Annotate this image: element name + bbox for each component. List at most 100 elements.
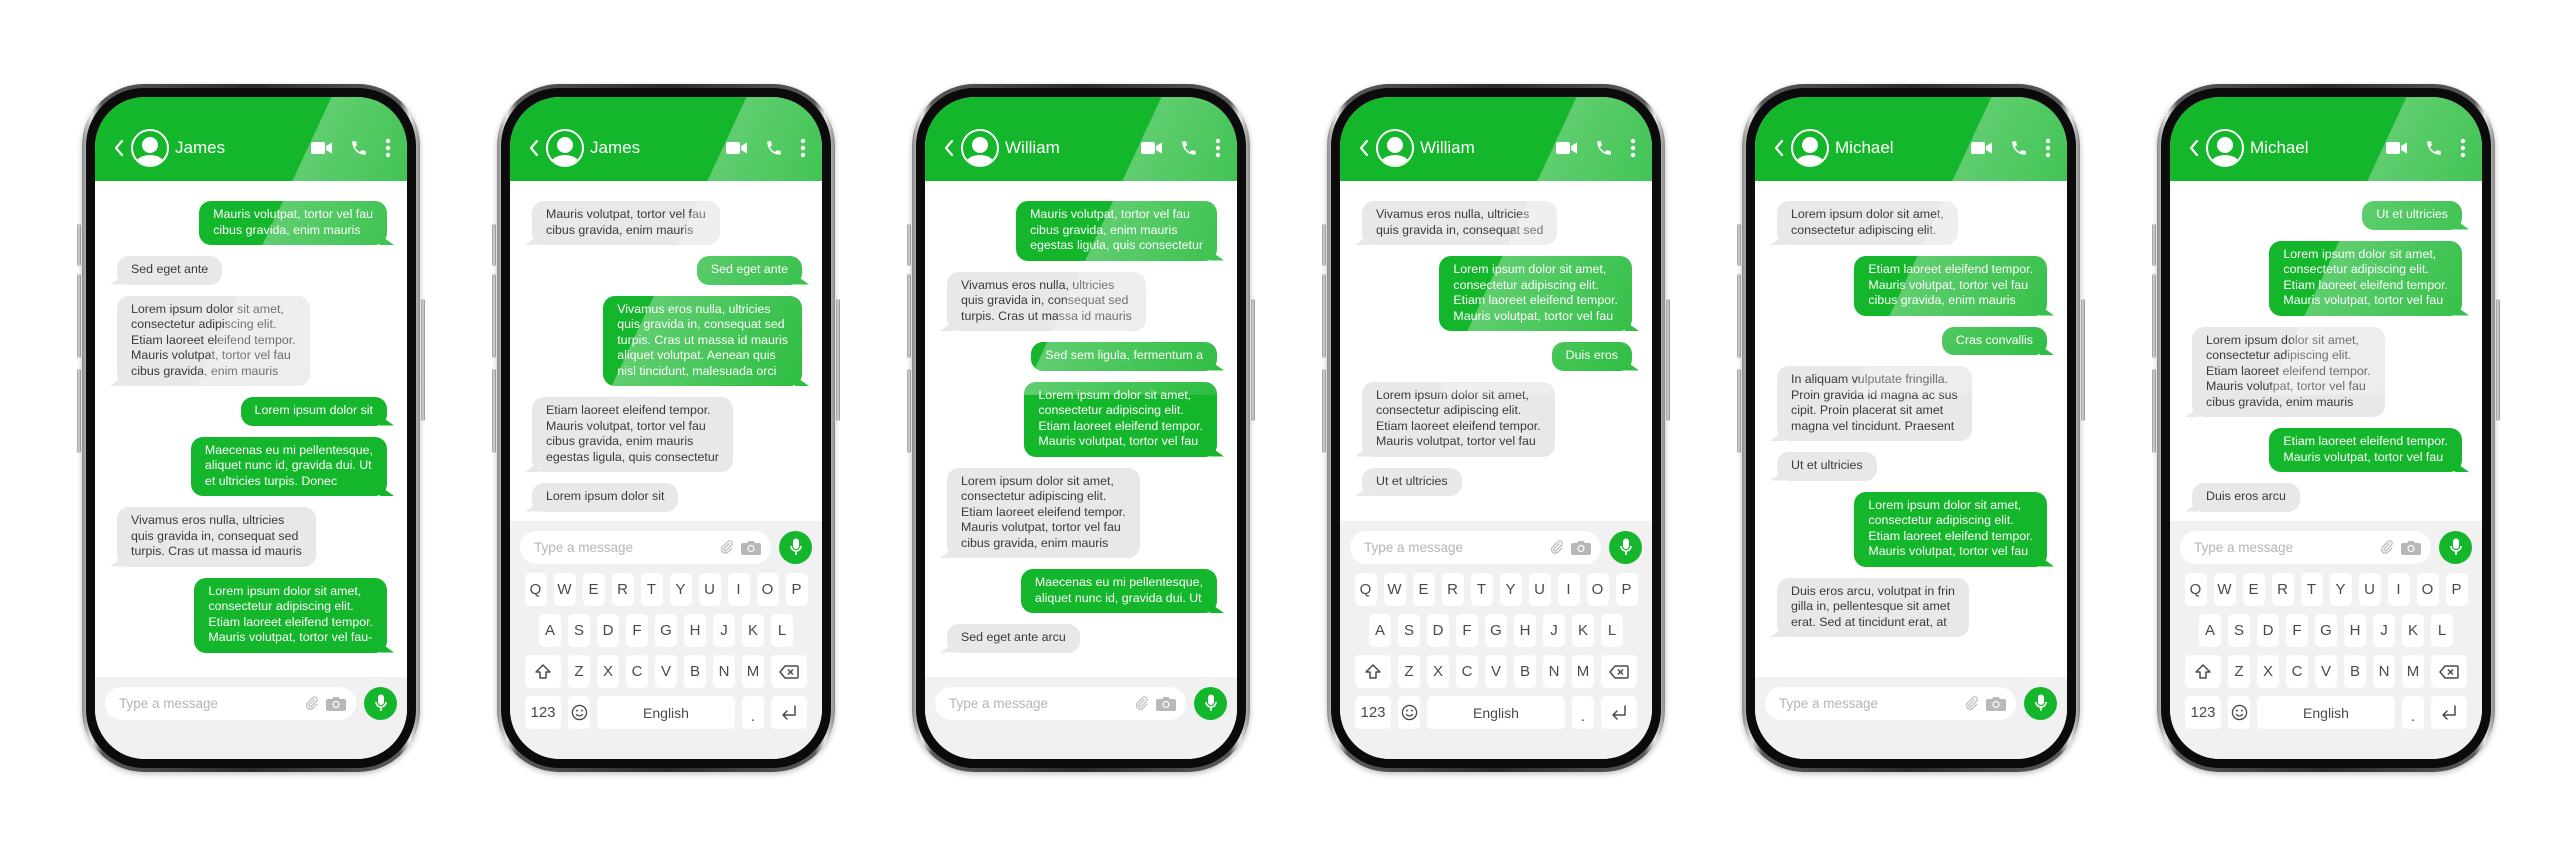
key-x[interactable]: X	[597, 655, 619, 688]
key-j[interactable]: J	[2373, 614, 2395, 647]
key-n[interactable]: N	[1543, 655, 1565, 688]
key-h[interactable]: H	[1514, 614, 1536, 647]
key-a[interactable]: A	[2199, 614, 2221, 647]
key-e[interactable]: E	[582, 573, 605, 606]
voice-message-button[interactable]	[1194, 686, 1227, 720]
period-key[interactable]: .	[2402, 696, 2424, 729]
user-avatar-icon[interactable]	[131, 129, 169, 167]
more-options-button[interactable]	[1215, 138, 1221, 158]
back-button[interactable]	[113, 139, 127, 157]
key-r[interactable]: R	[2271, 573, 2294, 606]
key-c[interactable]: C	[1456, 655, 1478, 688]
camera-button[interactable]	[1156, 696, 1176, 711]
message-input[interactable]	[2194, 539, 2372, 555]
key-l[interactable]: L	[2431, 614, 2453, 647]
user-avatar-icon[interactable]	[1376, 129, 1414, 167]
shift-key[interactable]	[1355, 655, 1391, 688]
key-n[interactable]: N	[713, 655, 735, 688]
key-v[interactable]: V	[655, 655, 677, 688]
backspace-key[interactable]	[771, 655, 807, 688]
key-m[interactable]: M	[742, 655, 764, 688]
enter-key[interactable]	[2431, 696, 2467, 729]
contact-name[interactable]: James	[175, 138, 294, 158]
key-e[interactable]: E	[2242, 573, 2265, 606]
key-k[interactable]: K	[1572, 614, 1594, 647]
voice-message-button[interactable]	[1609, 530, 1642, 564]
back-button[interactable]	[2188, 139, 2202, 157]
key-y[interactable]: Y	[2329, 573, 2352, 606]
key-m[interactable]: M	[1572, 655, 1594, 688]
key-f[interactable]: F	[2286, 614, 2308, 647]
camera-button[interactable]	[2401, 540, 2421, 555]
contact-name[interactable]: William	[1420, 138, 1539, 158]
key-z[interactable]: Z	[568, 655, 590, 688]
key-q[interactable]: Q	[524, 573, 547, 606]
key-l[interactable]: L	[771, 614, 793, 647]
key-h[interactable]: H	[2344, 614, 2366, 647]
emoji-key[interactable]	[1398, 696, 1420, 729]
video-call-button[interactable]	[1971, 141, 1993, 155]
key-k[interactable]: K	[2402, 614, 2424, 647]
user-avatar-icon[interactable]	[961, 129, 999, 167]
message-input[interactable]	[534, 539, 712, 555]
key-b[interactable]: B	[684, 655, 706, 688]
attach-button[interactable]	[1964, 695, 1979, 711]
space-key[interactable]: English	[2257, 696, 2395, 729]
key-d[interactable]: D	[1427, 614, 1449, 647]
message-input[interactable]	[119, 695, 297, 711]
voice-call-button[interactable]	[1595, 139, 1613, 157]
period-key[interactable]: .	[1572, 696, 1594, 729]
key-y[interactable]: Y	[669, 573, 692, 606]
key-q[interactable]: Q	[1354, 573, 1377, 606]
key-g[interactable]: G	[2315, 614, 2337, 647]
key-o[interactable]: O	[756, 573, 779, 606]
key-k[interactable]: K	[742, 614, 764, 647]
key-b[interactable]: B	[2344, 655, 2366, 688]
key-w[interactable]: W	[2213, 573, 2236, 606]
shift-key[interactable]	[2185, 655, 2221, 688]
back-button[interactable]	[1358, 139, 1372, 157]
user-avatar-icon[interactable]	[546, 129, 584, 167]
key-q[interactable]: Q	[2184, 573, 2207, 606]
key-f[interactable]: F	[626, 614, 648, 647]
key-s[interactable]: S	[2228, 614, 2250, 647]
space-key[interactable]: English	[1427, 696, 1565, 729]
backspace-key[interactable]	[2431, 655, 2467, 688]
backspace-key[interactable]	[1601, 655, 1637, 688]
more-options-button[interactable]	[1630, 138, 1636, 158]
voice-message-button[interactable]	[2024, 686, 2057, 720]
video-call-button[interactable]	[311, 141, 333, 155]
key-x[interactable]: X	[1427, 655, 1449, 688]
shift-key[interactable]	[525, 655, 561, 688]
more-options-button[interactable]	[800, 138, 806, 158]
space-key[interactable]: English	[597, 696, 735, 729]
key-s[interactable]: S	[1398, 614, 1420, 647]
message-input[interactable]	[1779, 695, 1957, 711]
key-f[interactable]: F	[1456, 614, 1478, 647]
key-p[interactable]: P	[785, 573, 808, 606]
voice-message-button[interactable]	[2439, 530, 2472, 564]
key-u[interactable]: U	[2358, 573, 2381, 606]
key-w[interactable]: W	[1383, 573, 1406, 606]
key-a[interactable]: A	[539, 614, 561, 647]
voice-call-button[interactable]	[350, 139, 368, 157]
key-i[interactable]: I	[727, 573, 750, 606]
key-b[interactable]: B	[1514, 655, 1536, 688]
attach-button[interactable]	[719, 539, 734, 555]
key-t[interactable]: T	[2300, 573, 2323, 606]
key-i[interactable]: I	[1557, 573, 1580, 606]
message-input[interactable]	[949, 695, 1127, 711]
contact-name[interactable]: Michael	[2250, 138, 2369, 158]
message-input[interactable]	[1364, 539, 1542, 555]
key-c[interactable]: C	[626, 655, 648, 688]
contact-name[interactable]: William	[1005, 138, 1124, 158]
key-g[interactable]: G	[1485, 614, 1507, 647]
numbers-key[interactable]: 123	[1355, 696, 1391, 729]
voice-call-button[interactable]	[765, 139, 783, 157]
key-n[interactable]: N	[2373, 655, 2395, 688]
contact-name[interactable]: Michael	[1835, 138, 1954, 158]
key-p[interactable]: P	[1615, 573, 1638, 606]
key-a[interactable]: A	[1369, 614, 1391, 647]
key-z[interactable]: Z	[1398, 655, 1420, 688]
key-d[interactable]: D	[597, 614, 619, 647]
